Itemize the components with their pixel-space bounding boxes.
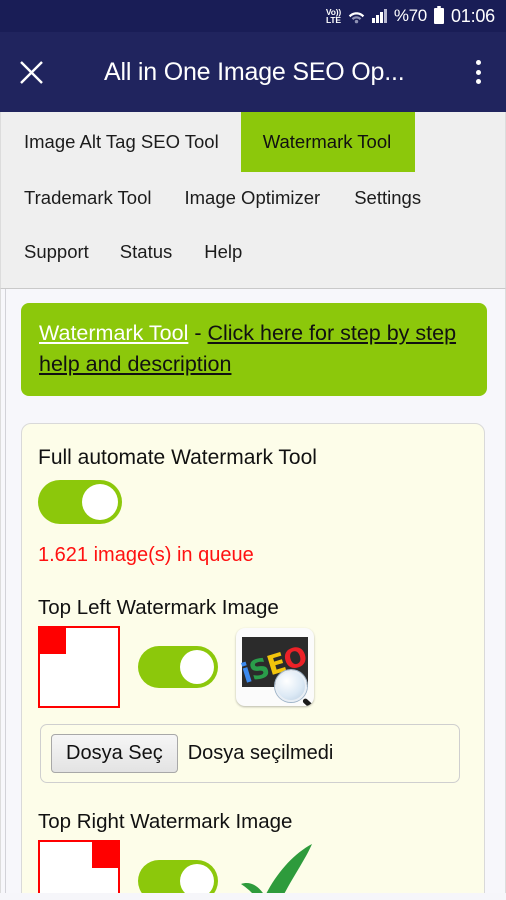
full-automate-label: Full automate Watermark Tool [38, 446, 317, 469]
tab-status[interactable]: Status [120, 225, 204, 279]
cellular-signal-icon [371, 9, 387, 23]
watermark-settings-card: Full automate Watermark Tool 1.621 image… [21, 423, 485, 893]
more-vertical-icon [475, 60, 481, 65]
close-icon [18, 59, 45, 86]
top-right-watermark-row [38, 840, 464, 893]
more-vertical-icon-dot2 [475, 69, 481, 75]
more-vertical-icon-dot3 [475, 79, 481, 84]
help-banner-tool-name: Watermark Tool [39, 321, 189, 345]
full-automate-toggle[interactable] [38, 480, 122, 524]
tab-image-alt-tag-seo-tool[interactable]: Image Alt Tag SEO Tool [1, 112, 241, 172]
scroll-rail[interactable] [5, 289, 6, 893]
tab-bar: Image Alt Tag SEO Tool Watermark Tool Tr… [0, 112, 506, 289]
tab-trademark-tool[interactable]: Trademark Tool [1, 171, 185, 225]
app-title: All in One Image SEO Op... [104, 57, 405, 86]
battery-icon [433, 5, 444, 24]
tab-row-1: Image Alt Tag SEO Tool Watermark Tool [1, 112, 505, 172]
choose-file-button[interactable]: Dosya Seç [51, 734, 178, 773]
tab-row-3: Support Status Help [1, 225, 505, 287]
top-left-watermark-label: Top Left Watermark Image [38, 596, 279, 619]
top-right-position-preview [38, 840, 120, 893]
toggle-knob [180, 864, 214, 893]
magnifier-icon [275, 670, 307, 702]
top-left-watermark-toggle[interactable] [138, 646, 218, 688]
top-right-watermark-label: Top Right Watermark Image [38, 810, 293, 833]
battery-percent-label: %70 [393, 6, 427, 25]
toggle-knob [82, 484, 118, 520]
green-checkmark-icon[interactable] [236, 842, 322, 893]
help-banner-separator: - [188, 321, 208, 345]
top-left-file-input[interactable]: Dosya Seç Dosya seçilmedi [40, 724, 460, 783]
tab-help[interactable]: Help [204, 225, 242, 279]
top-right-watermark-toggle[interactable] [138, 860, 218, 893]
top-left-watermark-row: iSEO [38, 626, 464, 708]
top-left-position-preview [38, 626, 120, 708]
position-marker-top-left [40, 628, 66, 654]
tab-image-optimizer[interactable]: Image Optimizer [185, 171, 355, 225]
app-screen: Vo)) LTE %70 01:06 All in One Image SEO … [0, 0, 506, 900]
toggle-knob [180, 650, 214, 684]
tab-settings[interactable]: Settings [354, 171, 421, 225]
queue-count-text: 1.621 image(s) in queue [38, 544, 254, 566]
content-scroll-area[interactable]: Watermark Tool - Click here for step by … [0, 289, 506, 893]
tab-row-2: Trademark Tool Image Optimizer Settings [1, 171, 505, 225]
status-clock: 01:06 [450, 5, 495, 26]
app-bar: All in One Image SEO Op... [0, 32, 506, 112]
volte-line-2: LTE [325, 15, 341, 25]
tab-watermark-tool[interactable]: Watermark Tool [240, 112, 416, 172]
help-banner-link[interactable]: Watermark Tool - Click here for step by … [21, 303, 487, 396]
wifi-icon [348, 9, 365, 24]
file-selection-status: Dosya seçilmedi [187, 742, 334, 764]
tab-support[interactable]: Support [1, 225, 120, 279]
iseo-logo-thumbnail[interactable]: iSEO [236, 628, 314, 706]
volte-icon: Vo)) LTE [325, 8, 341, 25]
status-bar: Vo)) LTE %70 01:06 [0, 0, 506, 32]
overflow-menu-button[interactable] [450, 32, 506, 112]
position-marker-top-right [92, 842, 118, 868]
close-button[interactable] [0, 32, 62, 112]
